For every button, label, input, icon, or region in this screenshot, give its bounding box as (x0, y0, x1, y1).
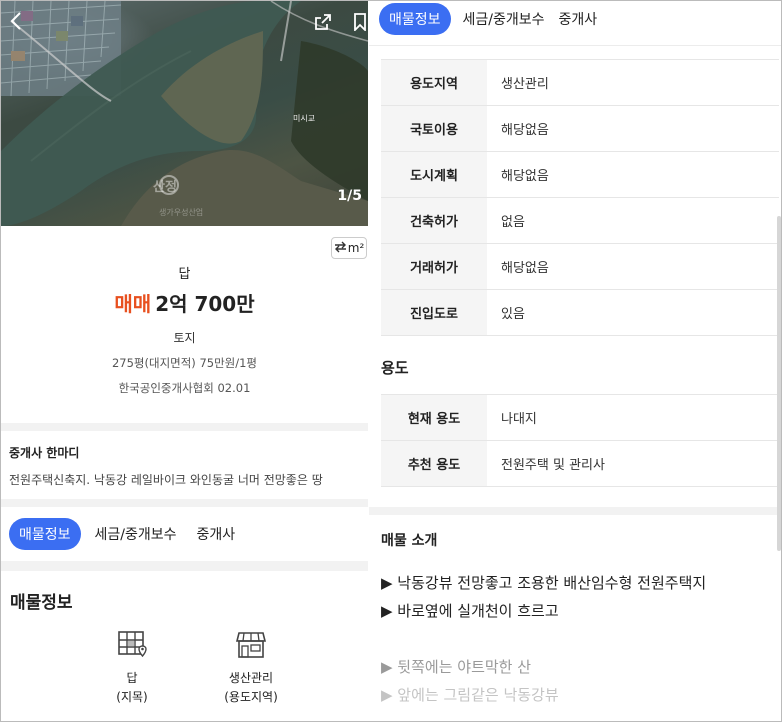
table-row: 도시계획 해당없음 (381, 152, 779, 198)
unit-label: m² (347, 241, 365, 255)
row-value: 해당없음 (501, 169, 549, 184)
price-line: 매매 2억 700만 (1, 288, 368, 317)
info-label: (용도지역) (224, 689, 278, 704)
row-key: 도시계획 (381, 152, 487, 197)
deal-type: 매매 (114, 292, 152, 316)
agency-info: 한국공인중개사협회 02.01 (118, 381, 251, 395)
info-label: (지목) (116, 689, 148, 704)
listing-photo[interactable]: 미시교 산정 생가우성산업 1/5 (1, 1, 368, 226)
photo-watermark-sub: 생가우성산업 (159, 208, 204, 217)
remark-body: 전원주택신축지. 낙동강 레일바이크 와인동굴 너머 전망좋은 땅 (9, 473, 323, 487)
map-place-label: 미시교 (293, 114, 316, 123)
row-key: 추천 용도 (381, 441, 487, 486)
usage-table: 현재 용도 나대지 추천 용도 전원주택 및 관리사 (381, 395, 779, 487)
listing-detail-panel: 미시교 산정 생가우성산업 1/5 m² 답 매매 2억 700만 토지 275평… (1, 1, 368, 721)
swap-icon (334, 241, 347, 256)
row-key: 진입도로 (381, 290, 487, 335)
agent-remark: 중개사 한마디 전원주택신축지. 낙동강 레일바이크 와인동굴 너머 전망좋은 … (9, 444, 323, 488)
row-value: 있음 (501, 307, 525, 322)
info-item-zoning: 생산관리 (용도지역) (191, 629, 311, 706)
tab-listing-info[interactable]: 매물정보 (379, 3, 451, 35)
table-row: 추천 용도 전원주택 및 관리사 (381, 441, 779, 487)
section-divider (1, 499, 368, 507)
area-price: 275평(대지면적) 75만원/1평 (111, 356, 258, 370)
photo-watermark: 산정 (153, 180, 177, 195)
row-value: 없음 (501, 215, 525, 230)
table-row: 진입도로 있음 (381, 290, 779, 336)
intro-line: ▶ 낙동강뷰 전망좋고 조용한 배산임수형 전원주택지 (381, 574, 707, 592)
listing-info-title: 매물정보 (10, 593, 73, 613)
intro-line: ▶ 뒷쪽에는 야트막한 산 (381, 658, 532, 676)
row-value: 해당없음 (501, 261, 549, 276)
left-tab-bar: 매물정보 세금/중개보수 중개사 (9, 518, 245, 550)
row-value: 해당없음 (501, 123, 549, 138)
intro-line: ▶ 앞에는 그림같은 낙동강뷰 (381, 686, 559, 704)
row-value: 전원주택 및 관리사 (501, 458, 605, 473)
property-category: 토지 (173, 331, 196, 345)
tab-listing-info[interactable]: 매물정보 (9, 518, 81, 550)
tab-divider (369, 45, 781, 46)
tab-tax-fee[interactable]: 세금/중개보수 (93, 518, 179, 550)
row-key: 국토이용 (381, 106, 487, 151)
info-item-land-category: 답 (지목) (72, 629, 192, 706)
info-value: 답 (126, 671, 138, 685)
listing-detail-panel-scrolled: 매물정보 세금/중개보수 중개사 용도지역 생산관리 국토이용 해당없음 도시계… (369, 1, 781, 721)
tab-agent[interactable]: 중개사 (191, 518, 246, 550)
land-type: 답 (178, 267, 191, 282)
row-value: 생산관리 (501, 77, 549, 92)
info-value: 생산관리 (228, 671, 274, 685)
section-divider (369, 507, 781, 515)
tab-agent[interactable]: 중개사 (557, 3, 608, 35)
remark-title: 중개사 한마디 (9, 446, 80, 460)
row-key: 현재 용도 (381, 395, 487, 440)
intro-title: 매물 소개 (381, 533, 438, 549)
photo-counter: 1/5 (337, 188, 362, 204)
price-value: 2억 700만 (155, 292, 255, 316)
map-icon (72, 629, 192, 661)
row-key: 거래허가 (381, 244, 487, 289)
land-info-table: 용도지역 생산관리 국토이용 해당없음 도시계획 해당없음 건축허가 없음 거래… (381, 60, 779, 336)
table-row: 건축허가 없음 (381, 198, 779, 244)
right-tab-bar: 매물정보 세금/중개보수 중개사 (379, 3, 607, 35)
row-key: 건축허가 (381, 198, 487, 243)
usage-title: 용도 (381, 359, 409, 377)
table-row: 국토이용 해당없음 (381, 106, 779, 152)
listing-summary: 답 매매 2억 700만 토지 275평(대지면적) 75만원/1평 한국공인중개… (1, 263, 368, 396)
scrollbar[interactable] (777, 216, 781, 551)
intro-line: ▶ 바로옆에 실개천이 흐르고 (381, 602, 559, 620)
table-row: 현재 용도 나대지 (381, 395, 779, 441)
table-row: 용도지역 생산관리 (381, 60, 779, 106)
row-key: 용도지역 (381, 60, 487, 105)
row-value: 나대지 (501, 412, 537, 427)
store-icon (191, 629, 311, 661)
table-row: 거래허가 해당없음 (381, 244, 779, 290)
section-divider (1, 423, 368, 431)
section-divider (1, 561, 368, 571)
tab-tax-fee[interactable]: 세금/중개보수 (463, 3, 545, 35)
area-unit-toggle[interactable]: m² (331, 237, 367, 259)
